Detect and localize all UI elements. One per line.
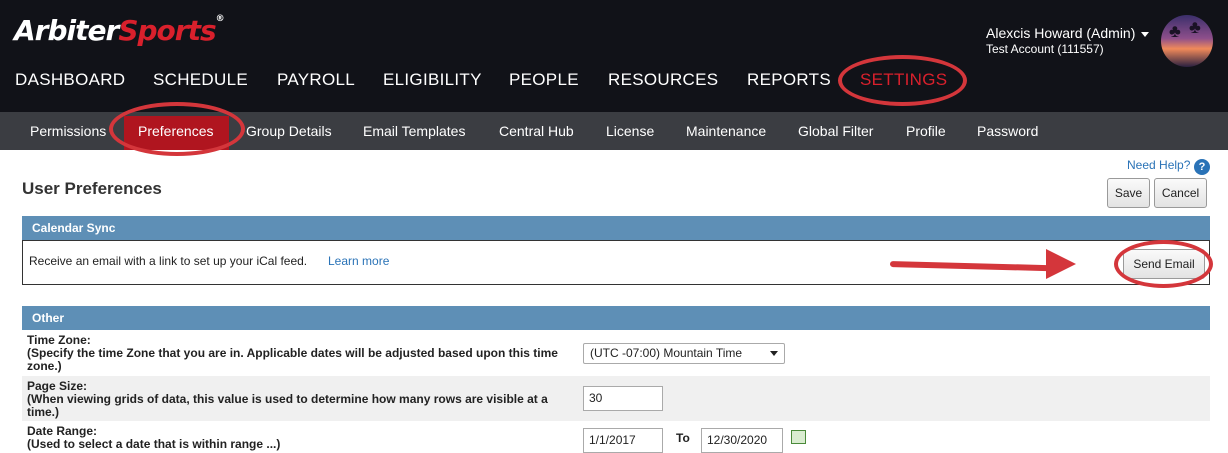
sub-nav-email-templates[interactable]: Email Templates [363,123,465,139]
page-size-help: (When viewing grids of data, this value … [27,392,548,419]
date-range-from-input[interactable]: 1/1/2017 [583,428,663,453]
main-nav-dashboard[interactable]: DASHBOARD [15,70,125,90]
calendar-icon[interactable] [791,430,806,444]
sub-nav-central-hub[interactable]: Central Hub [499,123,574,139]
page-size-label: Page Size: (When viewing grids of data, t… [27,380,572,419]
other-header: Other [22,306,1210,330]
page-title: User Preferences [22,179,162,198]
user-account: Test Account (111557) [986,42,1104,56]
sub-nav-password[interactable]: Password [977,123,1038,139]
main-nav-payroll[interactable]: PAYROLL [277,70,355,90]
main-nav-reports[interactable]: REPORTS [747,70,831,90]
cancel-button[interactable]: Cancel [1154,178,1207,208]
top-bar: ArbiterSports® Alexcis Howard (Admin) Te… [0,0,1228,112]
date-range-help: (Used to select a date that is within ra… [27,437,281,451]
palm-tree-icon: ♣ [1189,17,1201,37]
sub-nav-global-filter[interactable]: Global Filter [798,123,873,139]
avatar[interactable]: ♣ ♣ [1161,15,1213,67]
sub-nav-profile[interactable]: Profile [906,123,946,139]
need-help-link[interactable]: Need Help? [1127,158,1190,172]
logo-text-arbiter: Arbiter [14,14,119,47]
main-nav-schedule[interactable]: SCHEDULE [153,70,248,90]
logo-trademark: ® [215,14,225,24]
arbitersports-logo[interactable]: ArbiterSports® [14,14,225,47]
user-menu[interactable]: Alexcis Howard (Admin) Test Account (111… [986,25,1150,56]
main-nav-people[interactable]: PEOPLE [509,70,579,90]
main-nav-resources[interactable]: RESOURCES [608,70,718,90]
arrow-right-icon [1046,249,1076,279]
sub-nav-license[interactable]: License [606,123,654,139]
time-zone-value: (UTC -07:00) Mountain Time [590,346,743,360]
calendar-sync-panel: Receive an email with a link to set up y… [22,240,1210,285]
time-zone-select[interactable]: (UTC -07:00) Mountain Time [583,343,785,364]
time-zone-help: (Specify the time Zone that you are in. … [27,346,558,373]
logo-text-sports: Sports [118,14,216,47]
page-size-input[interactable]: 30 [583,386,663,411]
annotation-circle-preferences [109,102,245,156]
sub-nav-permissions[interactable]: Permissions [30,123,106,139]
date-range-to-input[interactable]: 12/30/2020 [701,428,783,453]
calendar-sync-text: Receive an email with a link to set up y… [29,254,308,268]
calendar-sync-header: Calendar Sync [22,216,1210,240]
sub-nav-maintenance[interactable]: Maintenance [686,123,766,139]
annotation-circle-settings [838,55,967,106]
question-icon[interactable]: ? [1194,159,1210,175]
palm-tree-icon: ♣ [1169,21,1181,41]
main-nav-eligibility[interactable]: ELIGIBILITY [383,70,482,90]
user-name: Alexcis Howard (Admin) [986,25,1136,41]
sub-nav-group-details[interactable]: Group Details [246,123,332,139]
chevron-down-icon[interactable] [1141,31,1150,37]
chevron-down-icon [770,351,778,356]
learn-more-link[interactable]: Learn more [328,254,389,268]
time-zone-label: Time Zone: (Specify the time Zone that yo… [27,334,572,373]
save-button[interactable]: Save [1107,178,1150,208]
annotation-circle-send-email [1114,240,1213,288]
date-range-label: Date Range: (Used to select a date that i… [27,425,572,451]
